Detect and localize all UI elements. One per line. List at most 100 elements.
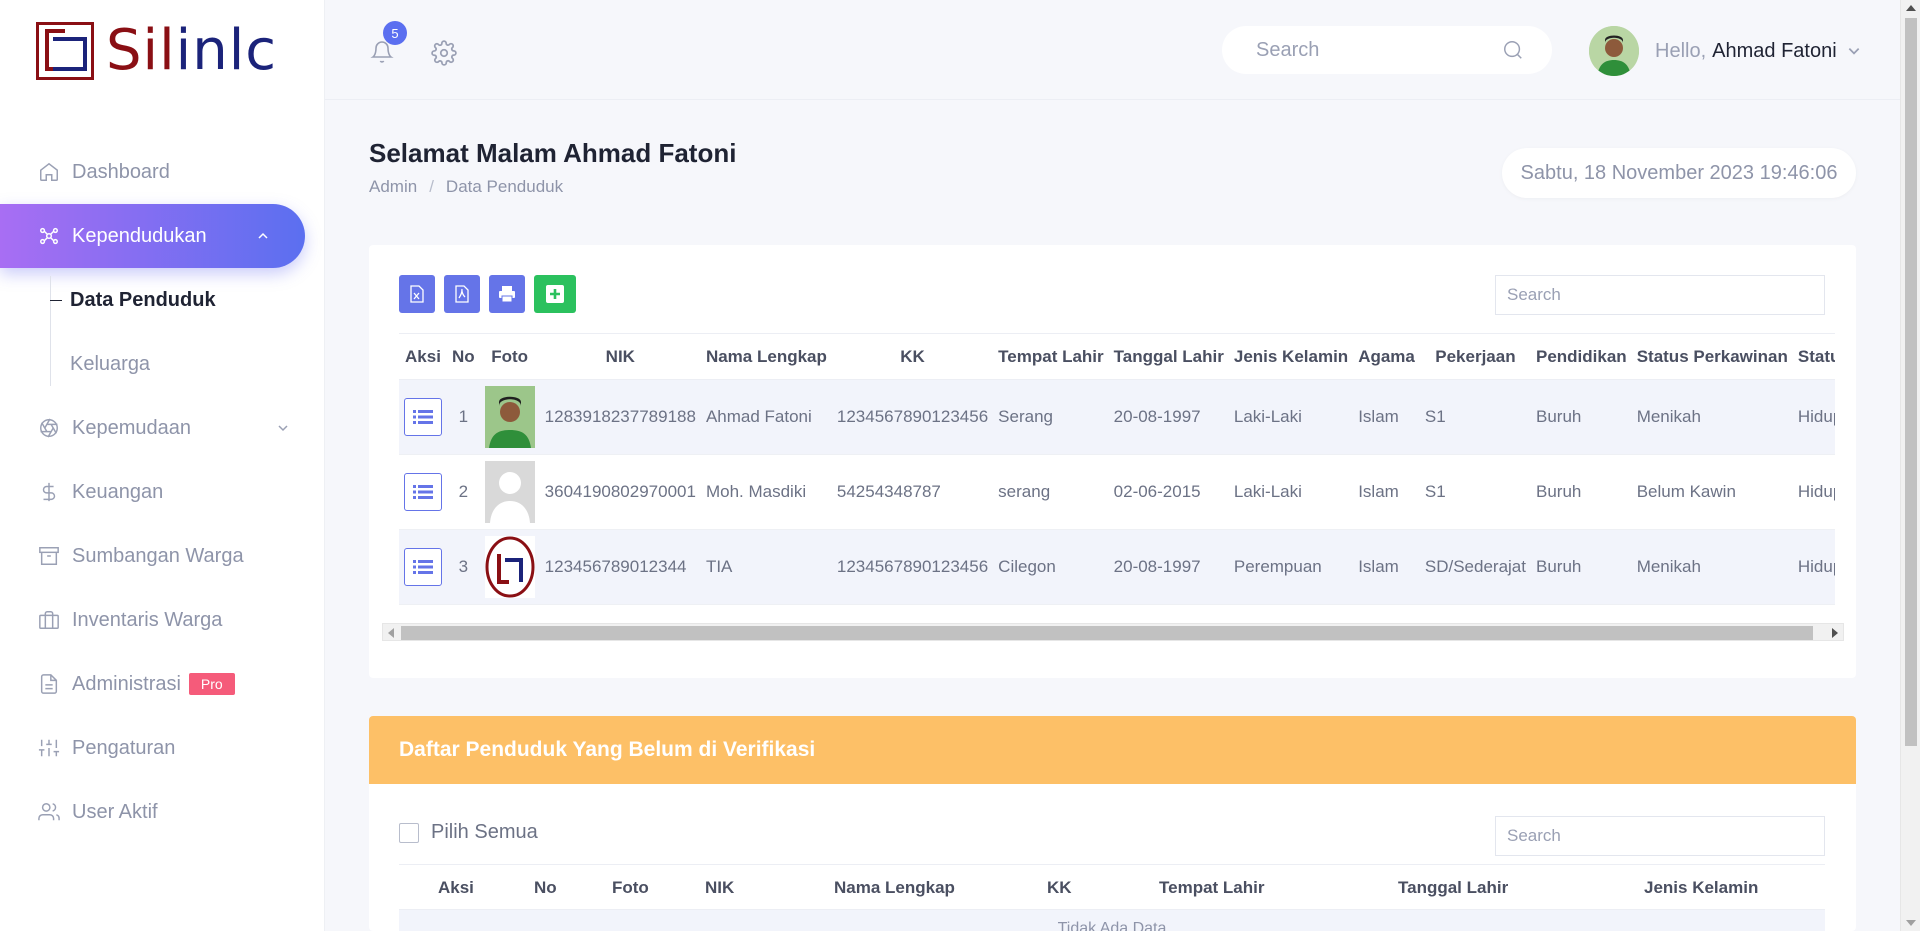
- photo-thumbnail[interactable]: [484, 461, 535, 523]
- row-actions-button[interactable]: [404, 398, 442, 436]
- select-all-label: Pilih Semua: [431, 821, 538, 843]
- scrollbar-thumb[interactable]: [401, 626, 1813, 640]
- col-tempat-lahir: Tempat Lahir: [1159, 878, 1265, 897]
- verifikasi-search-input[interactable]: Search: [1495, 816, 1825, 856]
- sidebar-item-user-aktif[interactable]: User Aktif: [0, 780, 325, 844]
- verifikasi-table: Aksi No Foto NIK Nama Lengkap KK Tempat …: [399, 864, 1825, 931]
- sidebar-item-kependudukan[interactable]: Kependudukan: [0, 204, 305, 268]
- photo-thumbnail[interactable]: [484, 386, 535, 448]
- cell-kk: 1234567890123456: [831, 379, 994, 455]
- pro-badge: Pro: [188, 673, 235, 695]
- chevron-down-icon: [1848, 48, 1859, 55]
- logo-text: Silinlc: [106, 18, 278, 83]
- sidebar-item-pengaturan[interactable]: Pengaturan: [0, 716, 325, 780]
- export-pdf-button[interactable]: [444, 275, 480, 313]
- horizontal-scrollbar[interactable]: [382, 623, 1844, 641]
- user-greeting: Hello,: [1655, 39, 1707, 62]
- sidebar-item-label: Inventaris Warga: [72, 608, 223, 631]
- sidebar-item-label: Sumbangan Warga: [72, 544, 244, 567]
- cell-status: Hidup: [1792, 529, 1835, 605]
- scroll-down-arrow[interactable]: [1906, 920, 1916, 926]
- sidebar-subitem-keluarga[interactable]: Keluarga: [70, 332, 325, 396]
- cell-pendidikan: Buruh: [1531, 529, 1632, 605]
- logo-mark: [36, 22, 94, 80]
- sidebar-item-sumbangan-warga[interactable]: Sumbangan Warga: [0, 524, 325, 588]
- sidebar-item-label: Pengaturan: [72, 736, 176, 759]
- photo-thumbnail[interactable]: [484, 536, 535, 598]
- cell-tanggal-lahir: 20-08-1997: [1108, 379, 1229, 455]
- cell-no: 2: [447, 454, 480, 530]
- add-penduduk-button[interactable]: [534, 275, 576, 313]
- col-no: No: [534, 878, 557, 897]
- cell-tempat-lahir: serang: [993, 454, 1109, 530]
- sidebar-item-keuangan[interactable]: Keuangan: [0, 460, 325, 524]
- export-excel-button[interactable]: [399, 275, 435, 313]
- search-icon[interactable]: [1502, 39, 1524, 61]
- user-name: Ahmad Fatoni: [1712, 39, 1837, 62]
- app-logo[interactable]: Silinlc: [36, 20, 277, 82]
- cell-no: 1: [447, 379, 480, 455]
- checkbox-box[interactable]: [399, 822, 419, 843]
- sidebar-item-dashboard[interactable]: Dashboard: [0, 140, 325, 204]
- user-menu[interactable]: Hello, Ahmad Fatoni: [1589, 24, 1861, 78]
- row-actions-button[interactable]: [404, 548, 442, 586]
- print-button[interactable]: [489, 275, 525, 313]
- breadcrumb-item-admin[interactable]: Admin: [369, 177, 417, 197]
- cell-tempat-lahir: Serang: [993, 379, 1109, 455]
- col-jenis-kelamin: Jenis Kelamin: [1644, 878, 1759, 897]
- table-search-input[interactable]: Search: [1495, 275, 1825, 315]
- sidebar-item-administrasi[interactable]: Administrasi Pro: [0, 652, 325, 716]
- row-actions-button[interactable]: [404, 473, 442, 511]
- sidebar-item-label: Keuangan: [72, 480, 164, 503]
- cell-tanggal-lahir: 20-08-1997: [1108, 529, 1229, 605]
- penduduk-table-scroll[interactable]: Aksi No Foto NIK Nama Lengkap KK Tempat …: [399, 333, 1835, 607]
- verifikasi-card: Daftar Penduduk Yang Belum di Verifikasi…: [369, 716, 1856, 931]
- sidebar-subnav: Data Penduduk Keluarga: [0, 268, 325, 396]
- list-icon: [413, 485, 433, 499]
- cell-pekerjaan: SD/Sederajat: [1419, 529, 1531, 605]
- col-kk: KK: [831, 333, 994, 380]
- cell-agama: Islam: [1353, 529, 1420, 605]
- col-tanggal-lahir: Tanggal Lahir: [1108, 333, 1229, 380]
- gear-icon[interactable]: [431, 40, 457, 66]
- sidebar-subitem-data-penduduk[interactable]: Data Penduduk: [50, 268, 325, 332]
- plus-square-icon: [546, 285, 564, 303]
- sidebar-nav: Dashboard Kependudukan Data Penduduk Kel…: [0, 140, 325, 844]
- col-nama: Nama Lengkap: [834, 878, 955, 897]
- cell-nama: Ahmad Fatoni: [700, 379, 832, 455]
- col-nama: Nama Lengkap: [700, 333, 832, 380]
- sidebar-item-kepemudaan[interactable]: Kepemudaan: [0, 396, 325, 460]
- chevron-up-icon: [258, 232, 268, 239]
- briefcase-icon: [39, 611, 59, 629]
- col-pendidikan: Pendidikan: [1531, 333, 1632, 380]
- col-no: No: [447, 333, 480, 380]
- col-pekerjaan: Pekerjaan: [1419, 333, 1531, 380]
- sidebar: Silinlc Dashboard Kependudukan Data Pend…: [0, 0, 325, 931]
- archive-icon: [39, 547, 59, 565]
- scroll-left-arrow[interactable]: [388, 628, 394, 638]
- topbar: 5 Search Hello, Ahmad Fatoni: [325, 0, 1900, 100]
- datetime-display: Sabtu, 18 November 2023 19:46:06: [1502, 148, 1856, 198]
- table-row: 2 3604190802970001 Moh. Masdiki 54254348…: [399, 454, 1835, 530]
- cell-nama: Moh. Masdiki: [700, 454, 832, 530]
- scroll-up-arrow[interactable]: [1906, 5, 1916, 11]
- cell-status: Hidup: [1792, 454, 1835, 530]
- table-header-row: Aksi No Foto NIK Nama Lengkap KK Tempat …: [399, 333, 1835, 380]
- sidebar-item-inventaris-warga[interactable]: Inventaris Warga: [0, 588, 325, 652]
- vertical-scrollbar[interactable]: [1900, 0, 1920, 931]
- page-title: Selamat Malam Ahmad Fatoni: [369, 138, 737, 168]
- global-search-input[interactable]: Search: [1222, 26, 1552, 74]
- col-agama: Agama: [1353, 333, 1420, 380]
- breadcrumb: Admin / Data Penduduk: [369, 177, 563, 197]
- sliders-icon: [38, 739, 60, 757]
- scroll-right-arrow[interactable]: [1832, 628, 1838, 638]
- table-row: 1 1283918237789188 Ahmad Fatoni 12345678…: [399, 379, 1835, 455]
- col-status-perkawinan: Status Perkawinan: [1631, 333, 1793, 380]
- cell-nik: 123456789012344: [539, 529, 701, 605]
- select-all-checkbox[interactable]: Pilih Semua: [399, 821, 538, 844]
- col-tanggal-lahir: Tanggal Lahir: [1398, 878, 1509, 897]
- cell-kk: 54254348787: [831, 454, 994, 530]
- scrollbar-thumb[interactable]: [1905, 18, 1917, 746]
- cell-pendidikan: Buruh: [1531, 379, 1632, 455]
- cell-pekerjaan: S1: [1419, 454, 1531, 530]
